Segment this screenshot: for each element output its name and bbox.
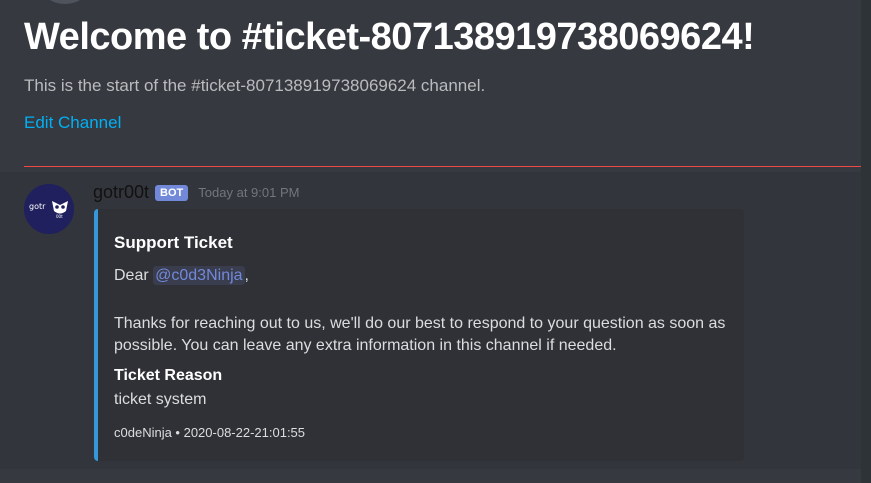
embed-field-value: ticket system bbox=[114, 391, 207, 408]
welcome-subtitle: This is the start of the #ticket-8071389… bbox=[24, 76, 486, 95]
new-messages-divider bbox=[24, 166, 871, 167]
message-header: gotr00t BOT Today at 9:01 PM bbox=[93, 182, 299, 203]
message-timestamp: Today at 9:01 PM bbox=[198, 185, 300, 200]
message: gotr 00t gotr00t BOT Today at 9:01 PM Su… bbox=[0, 172, 861, 469]
embed-footer: c0deNinja • 2020-08-22-21:01:55 bbox=[114, 425, 306, 440]
embed-greeting: Dear @c0d3Ninja, bbox=[114, 266, 249, 285]
embed-field-name: Ticket Reason bbox=[114, 367, 223, 384]
embed-body: Thanks for reaching out to us, we'll do … bbox=[114, 315, 726, 354]
author-name[interactable]: gotr00t bbox=[93, 182, 149, 203]
channel-icon bbox=[40, 0, 90, 4]
avatar-subtext: 00t bbox=[56, 214, 63, 219]
bot-tag: BOT bbox=[155, 184, 189, 201]
embed: Support Ticket Dear @c0d3Ninja, Thanks f… bbox=[94, 209, 744, 461]
edit-channel-link[interactable]: Edit Channel bbox=[24, 113, 121, 133]
greeting-prefix: Dear bbox=[114, 267, 149, 284]
scrollbar[interactable] bbox=[861, 0, 871, 483]
greeting-suffix: , bbox=[244, 267, 249, 284]
welcome-title: Welcome to #ticket-807138919738069624! bbox=[24, 16, 755, 58]
avatar[interactable]: gotr 00t bbox=[24, 184, 74, 234]
avatar-text: gotr bbox=[29, 202, 46, 211]
owl-logo-icon: gotr 00t bbox=[24, 184, 74, 234]
user-mention[interactable]: @c0d3Ninja bbox=[153, 266, 245, 285]
chat-view: Welcome to #ticket-807138919738069624! T… bbox=[0, 0, 871, 483]
embed-title: Support Ticket bbox=[114, 233, 233, 252]
